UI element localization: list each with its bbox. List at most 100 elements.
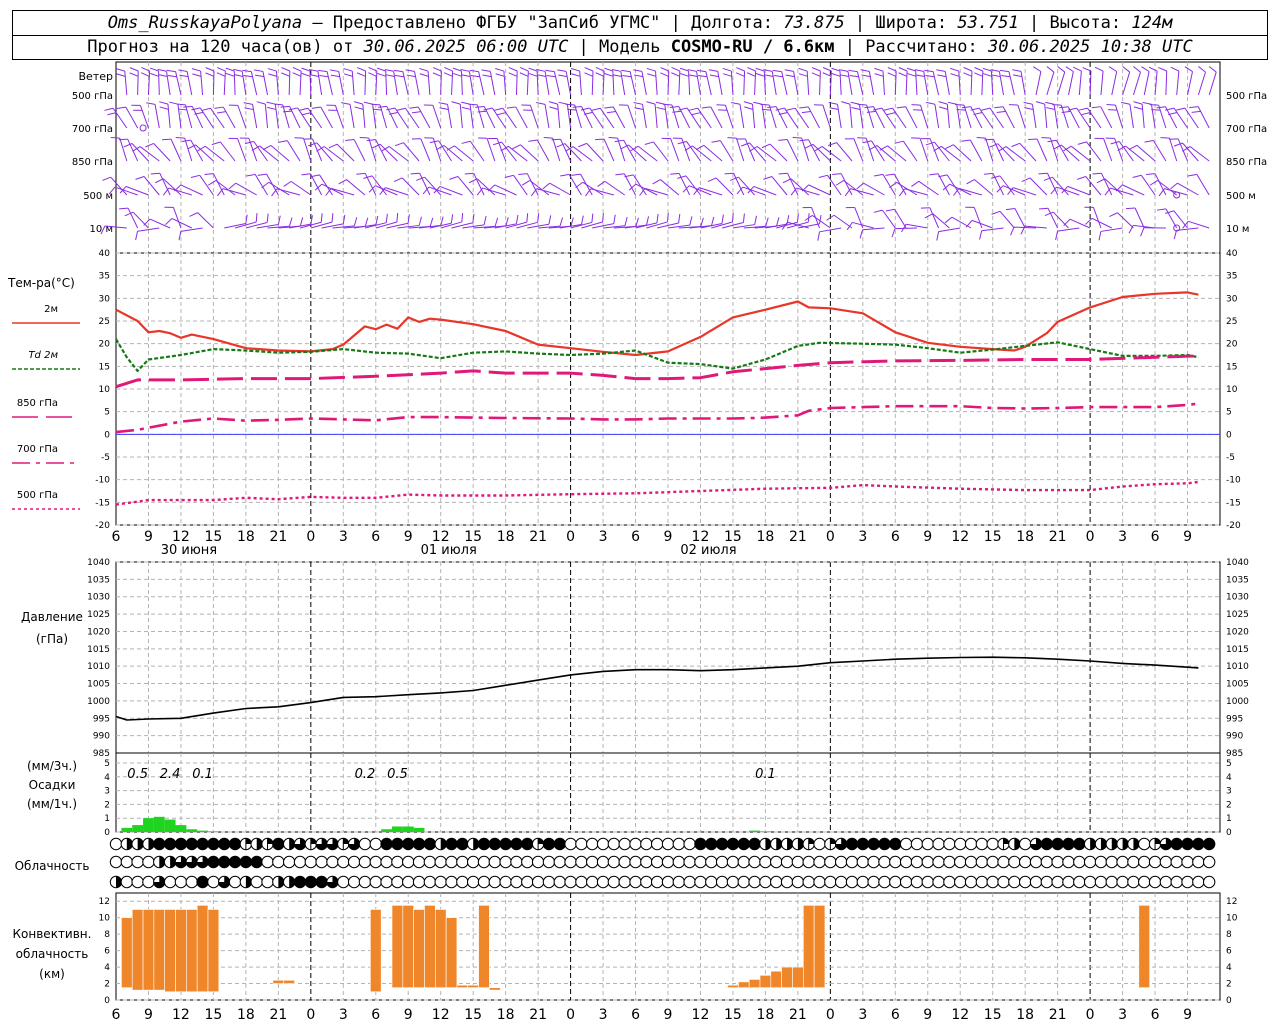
wind-barb [1108,66,1118,96]
cloud-cover-symbol [553,855,566,869]
convective-axis-hour-label: 21 [269,1007,287,1023]
cloud-circle [618,875,631,889]
wind-barb [115,68,128,96]
wind-barb-shaft [751,104,756,129]
wind-barb-shaft [678,71,681,96]
wind-barb-feather [860,69,870,72]
cloud-cover-symbol [293,855,307,869]
wind-barb [1144,140,1167,162]
wind-barb [661,137,680,162]
convective-axis-hour-label: 18 [756,1007,774,1023]
cloud-cover-symbol [964,837,978,851]
temp-axis-hour-label: 9 [664,529,673,545]
wind-barb [604,106,626,129]
wind-barb-shaft [502,107,517,129]
wind-barb-feather [256,101,266,105]
wind-barb-feather [1133,106,1143,110]
wind-barb-feather [267,68,277,72]
cloud-circle [1159,855,1173,869]
wind-barb-shaft [644,187,669,196]
temp-tick-right: 30 [1226,294,1238,304]
wind-barb-feather [208,180,217,186]
cloud-cover-symbol [185,855,198,869]
convective-bar [478,905,490,988]
wind-barb [190,174,214,196]
precip-tick-left: 4 [104,773,110,783]
convective-bar [153,909,166,991]
wind-barb [696,69,712,96]
wind-barb [244,140,268,162]
wind-barb-shaft [808,139,820,162]
wind-barb-shaft [603,138,615,162]
convective-axis-hour-label: 21 [529,1007,547,1023]
wind-barb-feather [494,217,499,227]
cloud-circle [228,875,242,889]
convective-tick-left: 4 [104,963,110,973]
wind-barb [1094,66,1104,96]
wind-barb-feather [1045,101,1055,105]
wind-barb-shaft [438,140,452,162]
cloud-cover-symbol [1094,837,1108,851]
wind-barb-feather [1063,218,1071,227]
temp-legend-label: 700 гПа [17,444,58,455]
wind-barb-shaft [1177,138,1188,162]
temp-axis-hour-label: 6 [631,529,640,545]
wind-barb-shaft [919,104,929,129]
wind-barb-shaft [1140,175,1156,196]
cloud-cover-symbol [521,837,534,851]
wind-barb-feather [557,69,567,72]
cloud-cover-symbol [586,837,599,851]
wind-barb-feather [357,67,366,72]
cloud-cover-symbol [802,855,815,869]
cloud-cover-symbol [142,837,155,851]
wind-barb-shaft [887,145,907,162]
cloud-circle [1202,875,1216,889]
cloud-circle [218,837,231,851]
cloud-circle [358,837,372,851]
cloud-cover-symbol [834,855,848,869]
cloud-cover-symbol [304,837,318,851]
wind-barb-feather [1041,137,1051,139]
wind-barb-shaft [132,211,149,229]
wind-barb-shaft [297,107,312,129]
wind-barb-feather [633,102,643,105]
cloud-circle [445,875,458,889]
cloud-circle [423,837,437,851]
wind-barb-feather [469,69,479,73]
wind-barb-shaft [635,183,658,196]
wind-barb-shaft [468,71,474,96]
wind-barb [548,101,561,129]
wind-barb-feather [925,141,935,146]
cloud-circle [466,875,480,889]
wind-barb [216,66,226,96]
temp-axis-hour-label: 0 [566,529,575,545]
cloud-circle [780,875,794,889]
wind-barb-feather [606,111,616,114]
wind-barb-feather [831,73,841,77]
convective-bar [770,970,782,988]
cloud-circle [813,875,826,889]
wind-barb-feather [924,69,934,73]
wind-barb-feather [162,138,172,141]
cloud-cover-symbol [412,875,426,889]
temp-day-label: 02 июля [680,543,736,558]
cloud-cover-symbol [770,855,783,869]
wind-barb-feather [646,216,650,226]
wind-barb-shaft [167,104,171,129]
cloud-circle [1083,875,1097,889]
cloud-cover-symbol [477,837,491,851]
wind-barb [325,187,355,196]
wind-barb-feather [551,138,561,141]
wind-barb-feather [572,106,582,108]
wind-barb-feather [1092,172,1102,175]
cloud-circle [282,855,296,869]
precip-bar [749,830,760,832]
convective-title-2: облачность [16,947,89,961]
wind-barb [763,175,788,196]
wind-barb-feather [319,75,329,78]
wind-barb-shaft [599,107,615,129]
cloud-cover-symbol [770,837,783,851]
wind-barb-feather [301,67,311,72]
wind-barb [462,215,487,229]
precip-value-label: 0.5 [387,767,408,782]
